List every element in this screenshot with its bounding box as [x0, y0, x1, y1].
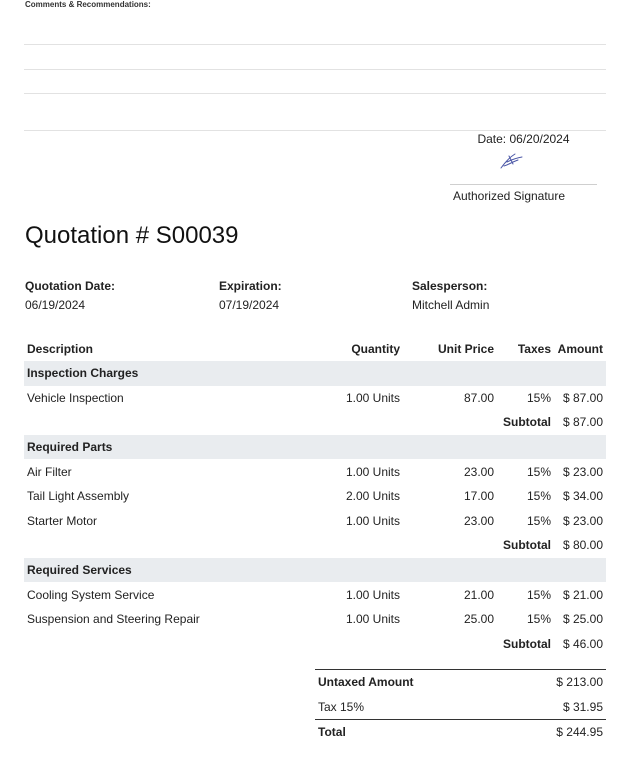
line-taxes: 15% [526, 587, 551, 602]
total-row: Total $ 244.95 [315, 719, 606, 745]
table-row: Air Filter 1.00 Units 23.00 15% $ 23.00 [24, 459, 606, 484]
table-row: Vehicle Inspection 1.00 Units 87.00 15% … [24, 386, 606, 411]
line-taxes: 15% [526, 464, 551, 479]
signature-date: Date: 06/20/2024 [477, 132, 570, 146]
quotation-date-label: Quotation Date: [25, 279, 115, 293]
subtotal-row: Subtotal $ 80.00 [24, 533, 606, 558]
expiration-value: 07/19/2024 [219, 298, 280, 312]
subtotal-value: $ 80.00 [562, 538, 603, 553]
subtotal-row: Subtotal $ 46.00 [24, 632, 606, 657]
untaxed-label: Untaxed Amount [318, 675, 414, 690]
line-description: Suspension and Steering Repair [27, 612, 200, 627]
salesperson-block: Salesperson: Mitchell Admin [412, 277, 489, 315]
header-description: Description [27, 342, 94, 356]
line-quantity: 2.00 Units [345, 489, 400, 504]
line-unit-price: 23.00 [463, 513, 494, 528]
subtotal-label: Subtotal [503, 538, 551, 553]
table-row: Suspension and Steering Repair 1.00 Unit… [24, 607, 606, 632]
untaxed-value: $ 213.00 [556, 675, 603, 690]
totals-table: Untaxed Amount $ 213.00 Tax 15% $ 31.95 … [315, 669, 606, 745]
total-value: $ 244.95 [506, 719, 606, 745]
line-amount: $ 87.00 [562, 390, 603, 405]
comment-line [24, 93, 606, 94]
section-row: Inspection Charges [24, 361, 606, 386]
line-description: Tail Light Assembly [27, 489, 130, 504]
line-amount: $ 23.00 [562, 464, 603, 479]
header-amount: Amount [557, 342, 603, 356]
comment-line [24, 130, 606, 131]
line-unit-price: 21.00 [463, 587, 494, 602]
line-unit-price: 87.00 [463, 390, 494, 405]
line-unit-price: 25.00 [463, 612, 494, 627]
table-header-row: Description Quantity Unit Price Taxes Am… [24, 337, 606, 361]
line-taxes: 15% [526, 489, 551, 504]
table-row: Starter Motor 1.00 Units 23.00 15% $ 23.… [24, 509, 606, 534]
salesperson-label: Salesperson: [412, 279, 488, 293]
total-label: Total [315, 719, 507, 745]
subtotal-label: Subtotal [503, 415, 551, 430]
line-description: Vehicle Inspection [27, 390, 124, 405]
line-taxes: 15% [526, 612, 551, 627]
signature-label: Authorized Signature [452, 189, 566, 203]
header-taxes: Taxes [517, 342, 551, 356]
line-amount: $ 25.00 [562, 612, 603, 627]
table-row: Cooling System Service 1.00 Units 21.00 … [24, 582, 606, 607]
line-unit-price: 17.00 [463, 489, 494, 504]
line-unit-price: 23.00 [463, 464, 494, 479]
expiration-label: Expiration: [219, 279, 282, 293]
section-name: Required Services [24, 557, 606, 583]
signature-line [450, 184, 597, 185]
line-quantity: 1.00 Units [345, 513, 400, 528]
tax-value: $ 31.95 [562, 699, 603, 714]
quotation-title: Quotation # S00039 [25, 222, 239, 249]
tax-row: Tax 15% $ 31.95 [315, 695, 606, 720]
section-name: Inspection Charges [24, 361, 606, 386]
line-amount: $ 21.00 [562, 587, 603, 602]
line-amount: $ 23.00 [562, 513, 603, 528]
expiration-block: Expiration: 07/19/2024 [219, 277, 282, 315]
section-row: Required Services [24, 557, 606, 583]
line-description: Starter Motor [27, 513, 98, 528]
line-quantity: 1.00 Units [345, 612, 400, 627]
tax-label: Tax 15% [318, 699, 365, 714]
line-quantity: 1.00 Units [345, 587, 400, 602]
line-taxes: 15% [526, 513, 551, 528]
handwritten-signature [500, 153, 523, 169]
header-unit-price: Unit Price [437, 342, 494, 356]
quotation-date-value: 06/19/2024 [25, 298, 86, 312]
line-quantity: 1.00 Units [345, 390, 400, 405]
order-lines-table: Description Quantity Unit Price Taxes Am… [24, 337, 606, 656]
line-taxes: 15% [526, 390, 551, 405]
subtotal-label: Subtotal [503, 636, 551, 651]
header-quantity: Quantity [351, 342, 400, 356]
comments-title: Comments & Recommendations: [25, 0, 151, 9]
subtotal-value: $ 46.00 [562, 636, 603, 651]
untaxed-row: Untaxed Amount $ 213.00 [315, 670, 606, 695]
subtotal-row: Subtotal $ 87.00 [24, 410, 606, 435]
table-row: Tail Light Assembly 2.00 Units 17.00 15%… [24, 484, 606, 509]
section-row: Required Parts [24, 434, 606, 460]
salesperson-value: Mitchell Admin [412, 298, 490, 312]
quotation-date-block: Quotation Date: 06/19/2024 [25, 277, 115, 315]
line-quantity: 1.00 Units [345, 464, 400, 479]
line-description: Air Filter [27, 464, 72, 479]
line-amount: $ 34.00 [562, 489, 603, 504]
section-name: Required Parts [24, 434, 606, 460]
comment-line [24, 69, 606, 70]
line-description: Cooling System Service [27, 587, 155, 602]
subtotal-value: $ 87.00 [562, 415, 603, 430]
comment-line [24, 44, 606, 45]
